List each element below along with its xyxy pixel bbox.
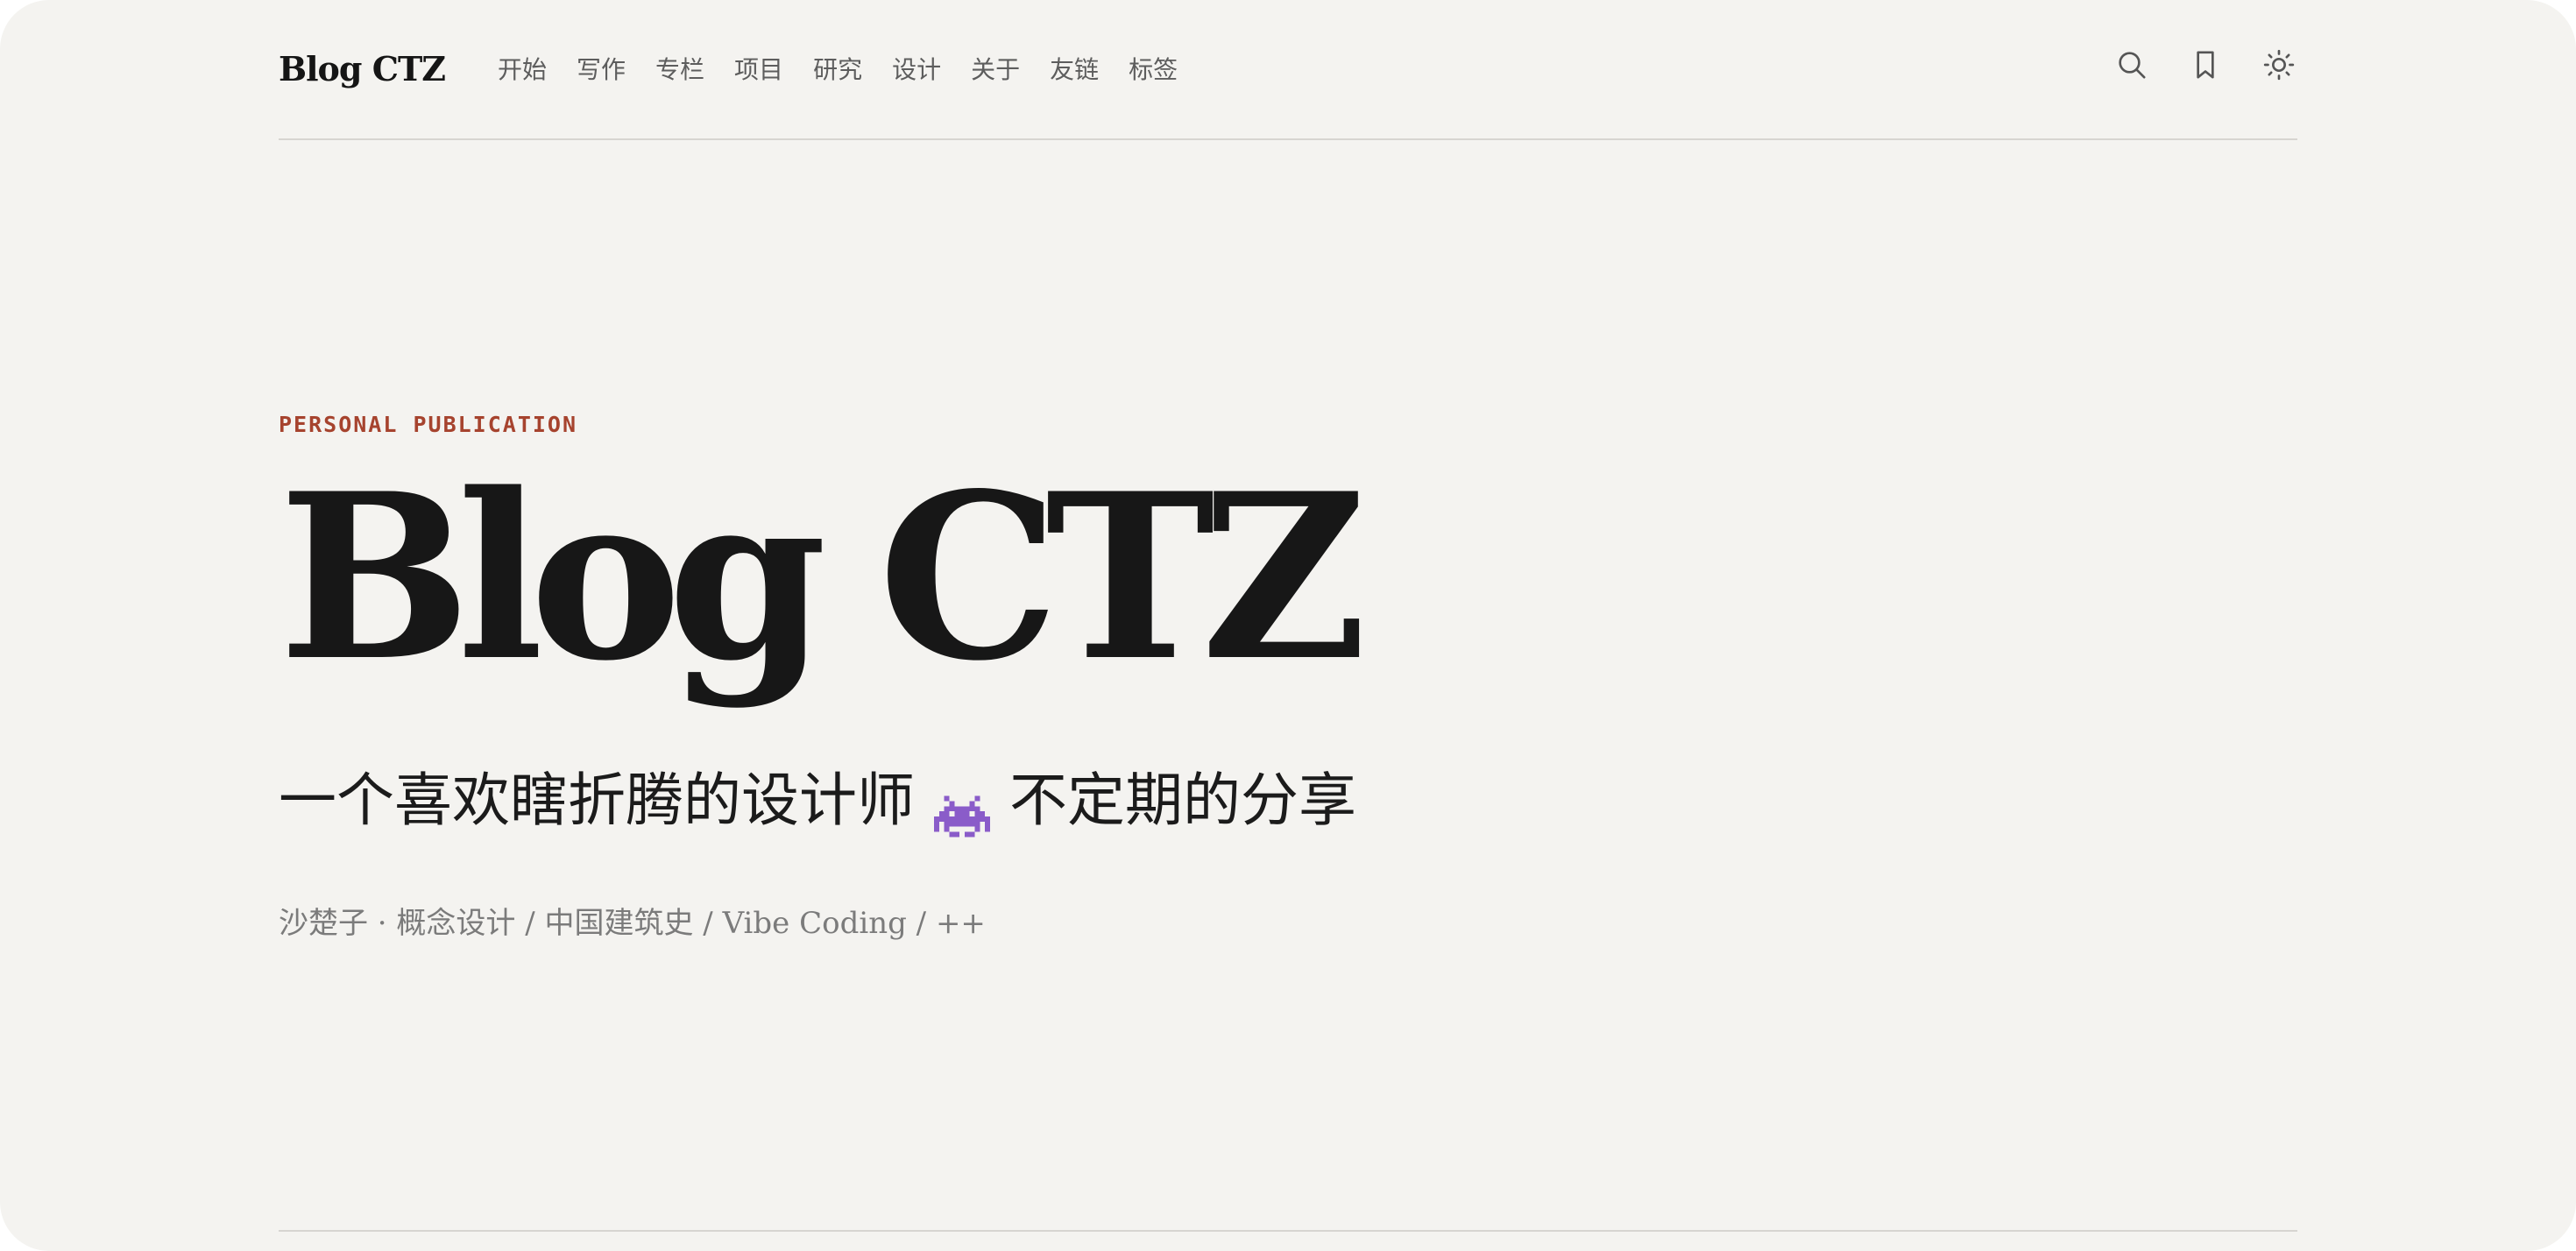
tagline-text-before: 一个喜欢瞎折腾的设计师 bbox=[279, 767, 915, 834]
nav-item-about[interactable]: 关于 bbox=[971, 49, 1020, 91]
browser-page: Blog CTZ 开始 写作 专栏 项目 研究 设计 关于 友链 标签 PERS… bbox=[0, 0, 2576, 1251]
site-header: Blog CTZ 开始 写作 专栏 项目 研究 设计 关于 友链 标签 bbox=[279, 0, 2297, 140]
nav-item-start[interactable]: 开始 bbox=[498, 49, 547, 91]
bookmark-icon[interactable] bbox=[2187, 46, 2224, 83]
space-invader-icon bbox=[934, 778, 990, 838]
nav-item-friends[interactable]: 友链 bbox=[1050, 49, 1099, 91]
tagline-text-after: 不定期的分享 bbox=[1009, 767, 1356, 834]
sun-icon[interactable] bbox=[2261, 46, 2297, 83]
nav-item-design[interactable]: 设计 bbox=[892, 49, 941, 91]
hero-meta-line: 沙楚子 · 概念设计 / 中国建筑史 / Vibe Coding / ++ bbox=[279, 906, 986, 941]
nav-item-columns[interactable]: 专栏 bbox=[655, 49, 704, 91]
main-nav: 开始 写作 专栏 项目 研究 设计 关于 友链 标签 bbox=[498, 49, 1178, 91]
nav-item-research[interactable]: 研究 bbox=[813, 49, 862, 91]
site-logo-link[interactable]: Blog CTZ bbox=[279, 44, 446, 95]
hero-eyebrow: PERSONAL PUBLICATION bbox=[279, 412, 578, 437]
header-actions bbox=[2113, 46, 2297, 83]
hero-tagline: 一个喜欢瞎折腾的设计师 不定期的分享 bbox=[279, 759, 1356, 843]
nav-item-projects[interactable]: 项目 bbox=[734, 49, 783, 91]
nav-item-tags[interactable]: 标签 bbox=[1129, 49, 1178, 91]
section-divider bbox=[279, 1230, 2297, 1232]
search-icon[interactable] bbox=[2113, 46, 2150, 83]
nav-item-writing[interactable]: 写作 bbox=[577, 49, 626, 91]
hero-title: Blog CTZ bbox=[279, 444, 1367, 711]
